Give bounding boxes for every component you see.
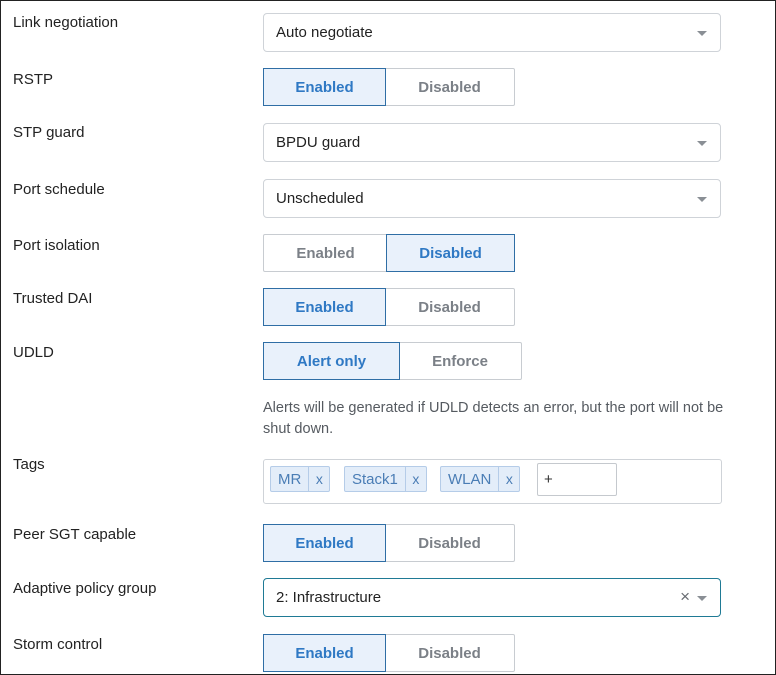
close-icon[interactable]: x (404, 467, 426, 491)
tag-chip-mr: MR x (270, 466, 331, 492)
storm-control-enabled-option[interactable]: Enabled (263, 634, 386, 672)
stp-guard-value: BPDU guard (276, 134, 361, 151)
trusted-dai-toggle: Enabled Disabled (263, 288, 515, 326)
udld-help-line: Alerts will be generated if UDLD detects… (263, 400, 724, 416)
rstp-disabled-option[interactable]: Disabled (385, 69, 514, 105)
udld-enforce-option[interactable]: Enforce (399, 343, 521, 379)
storm-control-disabled-option[interactable]: Disabled (385, 635, 514, 671)
adaptive-policy-group-select[interactable]: 2: Infrastructure × (263, 578, 721, 617)
trusted-dai-enabled-option[interactable]: Enabled (263, 288, 386, 326)
trusted-dai-label: Trusted DAI (13, 290, 93, 307)
link-negotiation-label: Link negotiation (13, 14, 119, 31)
close-icon[interactable]: × (680, 587, 690, 607)
adaptive-policy-group-label: Adaptive policy group (13, 580, 157, 597)
udld-help-text: Alerts will be generated if UDLD detects… (263, 398, 775, 440)
tag-text: MR (278, 470, 302, 488)
peer-sgt-enabled-option[interactable]: Enabled (263, 524, 386, 562)
rstp-enabled-option[interactable]: Enabled (263, 68, 386, 106)
chevron-down-icon (697, 31, 707, 36)
tags-field[interactable]: MR x Stack1 x WLAN x (263, 459, 722, 504)
rstp-toggle: Enabled Disabled (263, 68, 515, 106)
link-negotiation-value: Auto negotiate (276, 24, 373, 41)
port-schedule-value: Unscheduled (276, 190, 364, 207)
rstp-label: RSTP (13, 71, 54, 88)
add-tag-input[interactable] (537, 463, 617, 496)
port-isolation-toggle: Enabled Disabled (263, 234, 515, 272)
trusted-dai-disabled-option[interactable]: Disabled (385, 289, 514, 325)
tag-chip-stack1: Stack1 x (344, 466, 427, 492)
udld-toggle: Alert only Enforce (263, 342, 522, 380)
adaptive-policy-group-value: 2: Infrastructure (276, 589, 382, 606)
tag-chip-wlan: WLAN x (440, 466, 521, 492)
storm-control-label: Storm control (13, 636, 103, 653)
tag-text: WLAN (448, 470, 492, 488)
close-icon[interactable]: x (308, 467, 329, 491)
link-negotiation-select[interactable]: Auto negotiate (263, 13, 721, 52)
chevron-down-icon (697, 141, 707, 146)
tag-text: Stack1 (352, 470, 398, 488)
storm-control-toggle: Enabled Disabled (263, 634, 515, 672)
stp-guard-label: STP guard (13, 124, 85, 141)
udld-label: UDLD (13, 344, 54, 361)
peer-sgt-label: Peer SGT capable (13, 526, 137, 543)
port-isolation-disabled-option[interactable]: Disabled (386, 234, 515, 272)
port-settings-panel: Link negotiation Auto negotiate RSTP Ena… (0, 0, 776, 675)
stp-guard-select[interactable]: BPDU guard (263, 123, 721, 162)
chevron-down-icon (697, 197, 707, 202)
udld-alert-only-option[interactable]: Alert only (263, 342, 400, 380)
close-icon[interactable]: x (498, 467, 519, 491)
peer-sgt-disabled-option[interactable]: Disabled (385, 525, 514, 561)
chevron-down-icon (697, 596, 707, 601)
tags-label: Tags (13, 456, 45, 473)
udld-help-line: shut down. (263, 421, 334, 437)
peer-sgt-toggle: Enabled Disabled (263, 524, 515, 562)
port-schedule-select[interactable]: Unscheduled (263, 179, 721, 218)
port-isolation-label: Port isolation (13, 237, 100, 254)
port-isolation-enabled-option[interactable]: Enabled (264, 235, 387, 271)
port-schedule-label: Port schedule (13, 181, 105, 198)
